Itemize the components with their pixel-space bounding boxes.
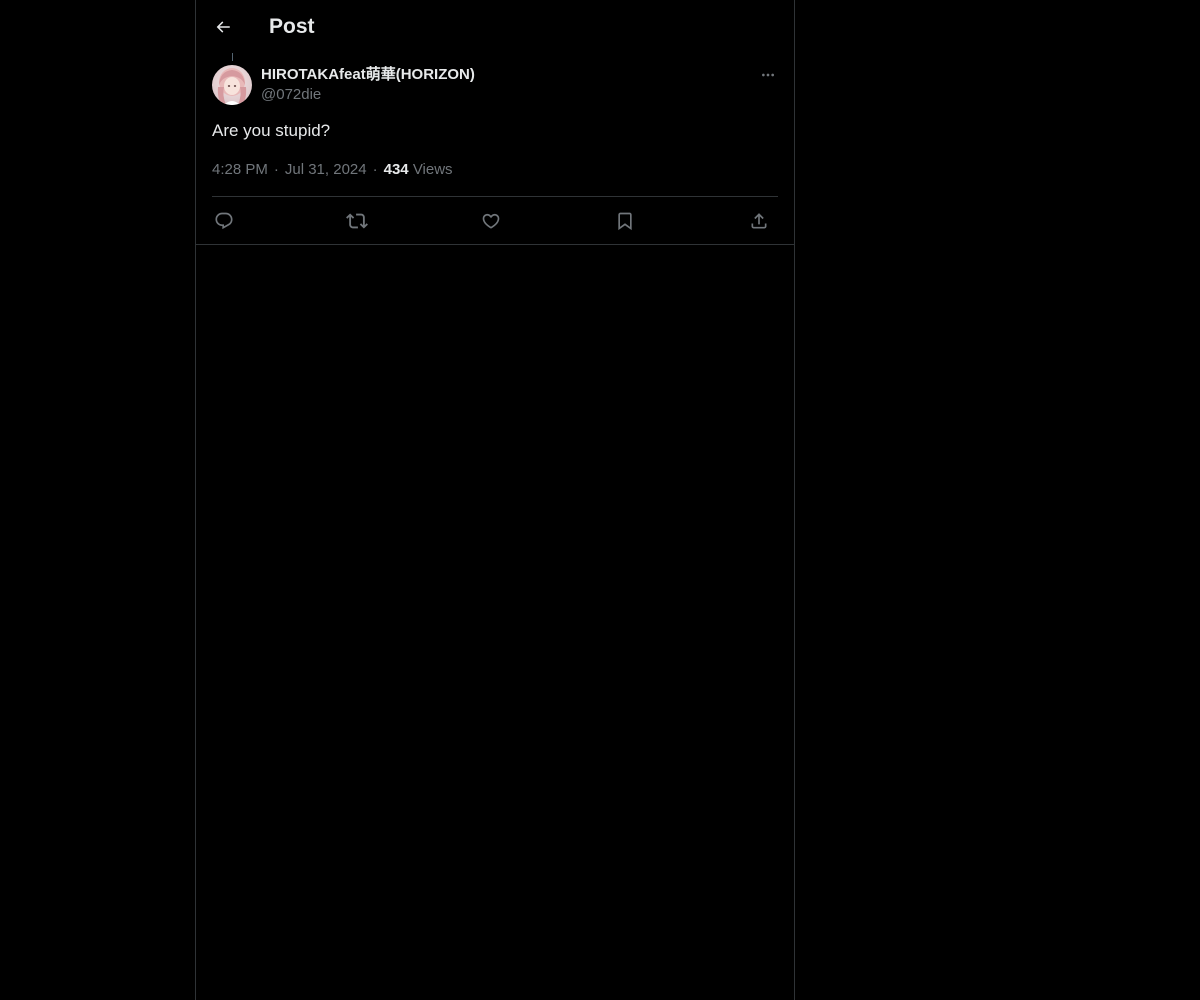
heart-icon [481,211,501,231]
more-horizontal-icon [760,67,776,83]
reply-button[interactable] [212,209,236,233]
avatar[interactable] [212,65,252,105]
share-icon [749,211,769,231]
post-detail-column: Post HIROTAKAfeat萌華(HORIZON) @072die Are… [195,0,795,1000]
repost-button[interactable] [345,209,369,233]
post-time[interactable]: 4:28 PM [212,161,268,178]
author-name[interactable]: HIROTAKAfeat萌華(HORIZON) [261,65,475,85]
more-options-button[interactable] [758,66,778,84]
post-date[interactable]: Jul 31, 2024 [285,161,367,178]
repost-icon [346,210,368,232]
views-label: Views [412,161,453,178]
back-button[interactable] [210,14,236,40]
like-button[interactable] [479,209,503,233]
thread-connector-line [232,53,233,61]
reply-icon [214,211,234,231]
bookmark-button[interactable] [613,209,637,233]
share-button[interactable] [747,209,771,233]
page-header: Post [196,0,794,53]
page-title: Post [269,15,315,38]
author-handle[interactable]: @072die [261,85,321,105]
meta-separator: · [372,161,378,178]
post-actions-bar [212,197,778,244]
views-count: 434 [383,161,409,178]
post-bottom-border [196,244,794,245]
post-metadata: 4:28 PM · Jul 31, 2024 · 434 Views [212,160,453,180]
bookmark-icon [615,211,635,231]
arrow-left-icon [214,18,232,36]
meta-separator: · [273,161,279,178]
post-text: Are you stupid? [212,121,331,140]
